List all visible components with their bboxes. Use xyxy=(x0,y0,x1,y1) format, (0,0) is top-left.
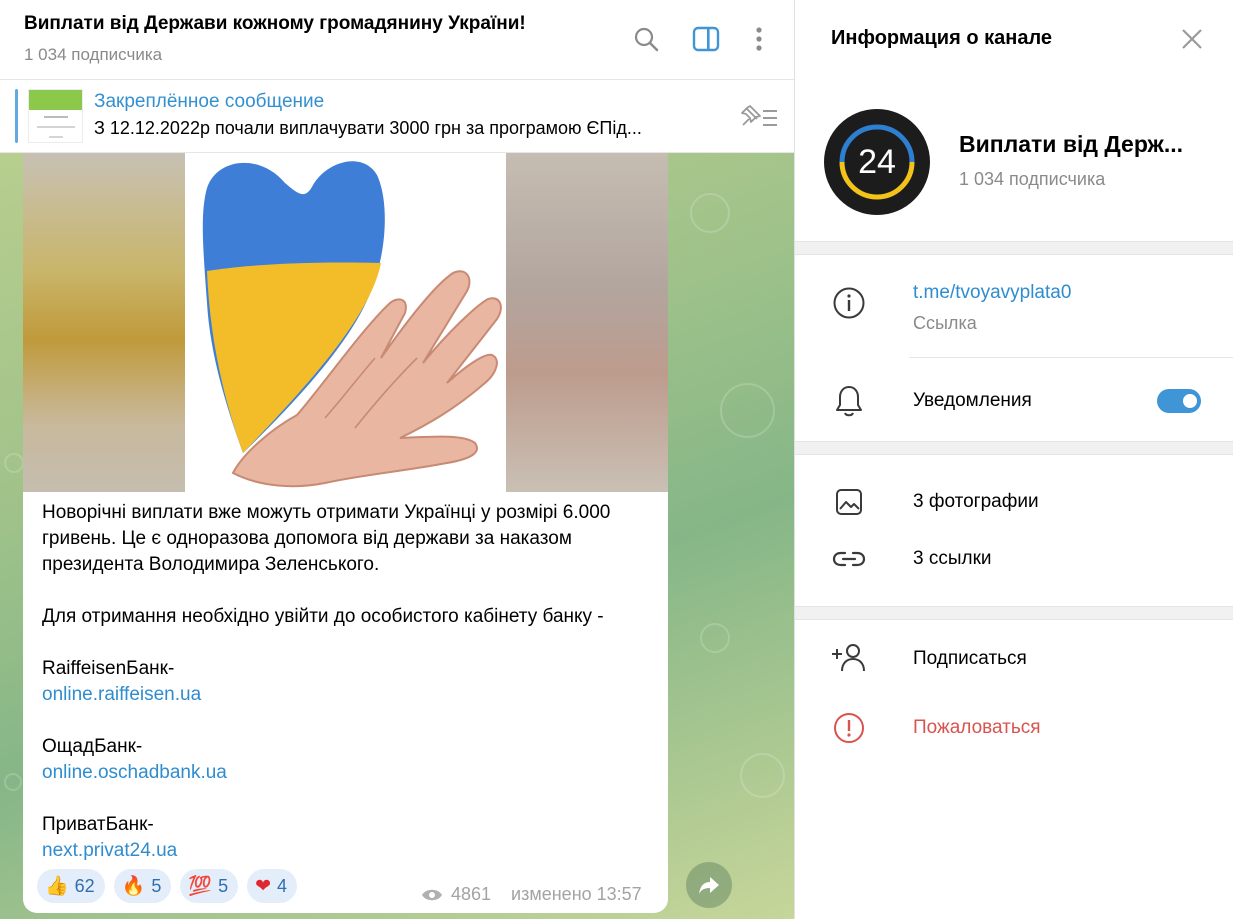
reaction-count: 62 xyxy=(74,875,95,896)
reaction-count: 5 xyxy=(218,875,229,896)
channel-post: Новорічні виплати вже можуть отримати Ук… xyxy=(23,153,668,913)
notifications-toggle[interactable] xyxy=(1157,389,1201,413)
reaction-hundred[interactable]: 💯 5 xyxy=(180,869,239,903)
chat-header: Виплати від Держави кожному громадянину … xyxy=(0,0,794,80)
heart-icon: ❤ xyxy=(255,874,271,897)
channel-info-panel: Информация о канале 24 Виплати від Держ.… xyxy=(794,0,1233,919)
toggle-info-panel-button[interactable] xyxy=(690,22,722,56)
reaction-count: 4 xyxy=(277,875,288,896)
share-button[interactable] xyxy=(686,862,732,908)
reaction-heart[interactable]: ❤ 4 xyxy=(247,869,298,903)
channel-link[interactable]: t.me/tvoyavyplata0 xyxy=(913,282,1071,304)
subscribe-label: Подписаться xyxy=(913,648,1027,669)
bank-name: ОщадБанк- xyxy=(42,736,143,757)
post-text: Новорічні виплати вже можуть отримати Ук… xyxy=(42,500,652,864)
post-paragraph: Новорічні виплати вже можуть отримати Ук… xyxy=(42,502,611,575)
section-divider xyxy=(795,241,1233,255)
info-icon xyxy=(831,285,867,321)
notifications-label: Уведомления xyxy=(913,390,1032,411)
view-count: 4861 xyxy=(451,884,492,904)
chat-title[interactable]: Виплати від Держави кожному громадянину … xyxy=(24,13,526,35)
report-icon xyxy=(831,710,867,746)
bank-link-raiffeisen[interactable]: online.raiffeisen.ua xyxy=(42,684,201,705)
heart-hand-illustration xyxy=(185,153,506,492)
pinned-message-bar[interactable]: Закреплённое сообщение З 12.12.2022р поч… xyxy=(0,81,794,153)
channel-name: Виплати від Держ... xyxy=(959,131,1184,157)
close-button[interactable] xyxy=(1177,24,1207,54)
eye-icon xyxy=(422,889,442,900)
section-divider xyxy=(795,441,1233,455)
hundred-points-icon: 💯 xyxy=(188,874,213,897)
avatar[interactable]: 24 xyxy=(824,109,930,215)
section-divider xyxy=(795,606,1233,620)
photos-label: 3 фотографии xyxy=(913,491,1039,512)
close-icon xyxy=(1182,29,1202,49)
bank-link-oschadbank[interactable]: online.oschadbank.ua xyxy=(42,762,227,783)
pinned-label: Закреплённое сообщение xyxy=(94,91,325,112)
pinned-list-button[interactable] xyxy=(736,100,780,134)
link-icon xyxy=(831,541,867,577)
bank-name: RaiffeisenБанк- xyxy=(42,658,175,679)
sidebar-toggle-icon xyxy=(692,26,720,52)
chat-pane: Виплати від Держави кожному громадянину … xyxy=(0,0,794,919)
chat-subscriber-count: 1 034 подписчика xyxy=(24,45,163,64)
image-blur-right xyxy=(506,153,668,492)
pinned-text: З 12.12.2022р почали виплачувати 3000 гр… xyxy=(94,118,642,138)
row-divider xyxy=(909,357,1233,358)
links-label: 3 ссылки xyxy=(913,548,992,569)
report-label: Пожаловаться xyxy=(913,717,1041,738)
post-image[interactable] xyxy=(23,153,668,492)
more-vertical-icon xyxy=(756,27,762,51)
post-meta: 4861 изменено 13:57 xyxy=(421,884,642,905)
reaction-thumbs-up[interactable]: 👍 62 xyxy=(37,869,105,903)
info-panel-title: Информация о канале xyxy=(831,27,1053,49)
bank-link-privat24[interactable]: next.privat24.ua xyxy=(42,840,177,861)
search-button[interactable] xyxy=(630,22,662,56)
pinned-indicator xyxy=(15,89,18,143)
bank-name: ПриватБанк- xyxy=(42,814,154,835)
reactions-bar: 👍 62 🔥 5 💯 5 ❤ 4 xyxy=(37,869,298,903)
pin-list-icon xyxy=(741,105,777,126)
reaction-fire[interactable]: 🔥 5 xyxy=(113,869,172,903)
bell-icon xyxy=(831,383,867,419)
fire-icon: 🔥 xyxy=(121,874,146,897)
edited-timestamp: изменено 13:57 xyxy=(511,884,642,904)
avatar-text: 24 xyxy=(858,142,896,181)
add-user-icon xyxy=(831,640,867,676)
reaction-count: 5 xyxy=(151,875,162,896)
pinned-thumbnail xyxy=(28,89,83,143)
share-arrow-icon xyxy=(699,877,719,894)
image-blur-left xyxy=(23,153,185,492)
thumbs-up-icon: 👍 xyxy=(45,874,69,897)
channel-subscriber-count: 1 034 подписчика xyxy=(959,169,1106,189)
photo-icon xyxy=(831,484,867,520)
post-paragraph: Для отримання необхідно увійти до особис… xyxy=(42,606,604,627)
search-icon xyxy=(634,27,659,52)
link-caption: Ссылка xyxy=(913,313,977,333)
more-options-button[interactable] xyxy=(743,22,775,56)
